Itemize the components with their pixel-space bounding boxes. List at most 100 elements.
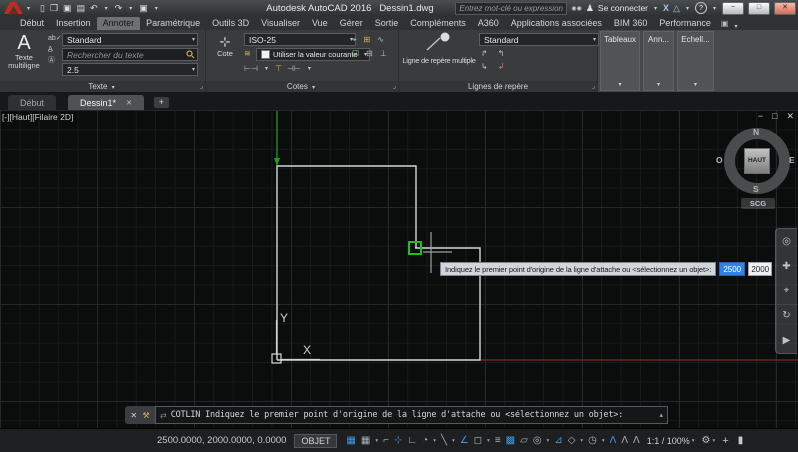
- magnifier-icon[interactable]: [186, 50, 195, 59]
- coordinates-display[interactable]: 2500.0000, 2000.0000, 0.0000: [157, 435, 286, 446]
- tab-a360[interactable]: A360: [472, 17, 505, 30]
- selection-filter-toggle[interactable]: ◇: [568, 435, 576, 446]
- file-tab-debut[interactable]: Début: [8, 95, 57, 110]
- restore-button[interactable]: □: [748, 1, 770, 15]
- plot-icon[interactable]: ▤: [77, 3, 86, 14]
- annotation-scale-button[interactable]: 1:1 / 100%: [647, 436, 690, 446]
- tab-outils-3d[interactable]: Outils 3D: [206, 17, 255, 30]
- undo-icon[interactable]: ↶: [90, 3, 98, 14]
- text-height-select[interactable]: 2.5 ▾: [62, 63, 198, 76]
- viewcube-west[interactable]: O: [716, 155, 723, 165]
- find-text-input[interactable]: Rechercher du texte: [62, 48, 198, 61]
- open-file-icon[interactable]: ❒: [50, 3, 58, 14]
- threed-osnap-caret-icon[interactable]: ▾: [547, 438, 550, 444]
- minimize-button[interactable]: −: [722, 1, 744, 15]
- tab-vue[interactable]: Vue: [306, 17, 334, 30]
- gizmo-caret-icon[interactable]: ▾: [602, 438, 605, 444]
- zoom-icon[interactable]: ⌖: [784, 285, 790, 296]
- dim-space-caret-icon[interactable]: ▾: [308, 65, 311, 72]
- status-customize-plus-icon[interactable]: +: [722, 435, 728, 447]
- find-text-icon[interactable]: A̲: [48, 45, 62, 54]
- spell-check-icon[interactable]: ab✓: [48, 34, 62, 43]
- viewport-close-icon[interactable]: ✕: [786, 111, 794, 122]
- close-button[interactable]: ✕: [774, 1, 796, 15]
- file-tab-close-icon[interactable]: ✕: [126, 99, 132, 107]
- osnap-tracking-toggle[interactable]: ∠: [460, 435, 469, 446]
- dynamic-ucs-toggle[interactable]: ⊿: [554, 435, 562, 446]
- annotation-autoscale-toggle[interactable]: Λ: [621, 435, 628, 446]
- tab-visualiser[interactable]: Visualiser: [255, 17, 306, 30]
- viewcube-top-face[interactable]: HAUT: [744, 148, 770, 174]
- drawing-canvas[interactable]: Y X [-][Haut][Filaire 2D] − □ ✕ N S O E …: [0, 110, 798, 428]
- panel-cotes-footer[interactable]: Cotes ▾ ⌟: [206, 81, 398, 92]
- tooltip-x-input[interactable]: 2500: [719, 262, 746, 276]
- exchange-apps-icon[interactable]: X: [663, 3, 669, 13]
- file-tab-dessin1[interactable]: Dessin1* ✕: [68, 95, 144, 110]
- panel-reperes-launcher-icon[interactable]: ⌟: [592, 81, 595, 92]
- autocad-logo-icon[interactable]: [3, 1, 25, 15]
- tab-gerer[interactable]: Gérer: [334, 17, 369, 30]
- help-icon[interactable]: ?: [694, 2, 707, 14]
- dim-update-icon[interactable]: ☑: [352, 49, 359, 58]
- tab-performance[interactable]: Performance: [653, 17, 717, 30]
- binoculars-search-icon[interactable]: ◉◉: [571, 5, 581, 12]
- redo-icon[interactable]: ↷: [115, 3, 123, 14]
- mleader-align-icon[interactable]: ↳: [481, 62, 488, 71]
- tooltip-y-input[interactable]: 2000: [748, 262, 773, 276]
- new-file-icon[interactable]: ▯: [40, 3, 45, 14]
- steering-wheel-icon[interactable]: ◎: [782, 236, 791, 247]
- cote-button[interactable]: ⊹ Cote: [209, 34, 241, 58]
- viewport-restore-icon[interactable]: □: [772, 111, 777, 122]
- osnap-caret-icon[interactable]: ▾: [487, 438, 490, 444]
- viewport-label[interactable]: [-][Haut][Filaire 2D]: [2, 112, 73, 122]
- command-close-icon[interactable]: ✕: [130, 411, 137, 420]
- panel-cotes-launcher-icon[interactable]: ⌟: [393, 81, 396, 92]
- help-search-input[interactable]: Entrez mot-clé ou expression: [455, 1, 568, 15]
- transparency-toggle[interactable]: ▩: [506, 435, 515, 446]
- mleader-remove-icon[interactable]: ↰: [498, 49, 505, 58]
- model-space-button[interactable]: OBJET: [294, 433, 338, 448]
- ribbon-options-icon[interactable]: ▣: [717, 18, 733, 30]
- isolate-objects-icon[interactable]: ▮: [738, 435, 744, 446]
- command-input[interactable]: ⇄ COTLIN Indiquez le premier point d'ori…: [155, 406, 668, 424]
- isometric-drafting-toggle[interactable]: ╲: [441, 435, 447, 446]
- panel-texte-footer[interactable]: Texte ▾ ⌟: [0, 81, 205, 92]
- ucs-dropdown[interactable]: SCG: [741, 198, 775, 209]
- lineweight-toggle[interactable]: ≡: [495, 435, 501, 446]
- logo-caret-icon[interactable]: ▾: [27, 5, 30, 12]
- viewport-minimize-icon[interactable]: −: [758, 111, 763, 122]
- viewcube-east[interactable]: E: [789, 155, 795, 165]
- annotation-scale-toggle[interactable]: Λ: [633, 435, 640, 446]
- grid-display-toggle[interactable]: ▦: [361, 435, 370, 446]
- tab-debut[interactable]: Début: [14, 17, 50, 30]
- showmotion-icon[interactable]: ▶: [783, 335, 791, 346]
- signin-button[interactable]: Se connecter: [598, 3, 648, 13]
- infer-constraints-toggle[interactable]: ⌐: [383, 435, 389, 446]
- qat-customize-caret-icon[interactable]: ▾: [155, 5, 158, 12]
- multileader-button[interactable]: Ligne de repère multiple: [401, 32, 477, 65]
- tab-applications-associees[interactable]: Applications associées: [505, 17, 608, 30]
- text-style-icon[interactable]: Ⓐ: [48, 56, 62, 65]
- app-store-icon[interactable]: △: [673, 3, 680, 14]
- filter-caret-icon[interactable]: ▾: [580, 438, 583, 444]
- tab-parametrique[interactable]: Paramétrique: [140, 17, 206, 30]
- dim-layer-icon[interactable]: ≋: [244, 49, 251, 58]
- tab-bim-360[interactable]: BIM 360: [608, 17, 654, 30]
- signin-caret-icon[interactable]: ▾: [654, 5, 657, 12]
- tab-sortie[interactable]: Sortie: [369, 17, 405, 30]
- dim-override-icon[interactable]: ⊟: [366, 49, 373, 58]
- dim-oblique-icon[interactable]: ⌖: [352, 35, 357, 45]
- scale-caret-icon[interactable]: ▾: [692, 438, 695, 444]
- snap-mode-toggle[interactable]: ▦: [346, 435, 355, 446]
- polar-tracking-toggle[interactable]: ◔: [422, 435, 428, 446]
- save-web-icon[interactable]: ▣: [139, 3, 148, 14]
- grid-caret-icon[interactable]: ▾: [375, 438, 378, 444]
- panel-annotation[interactable]: Ann... ▾: [643, 31, 674, 91]
- dim-reassociate-icon[interactable]: ⊥: [380, 49, 387, 58]
- annotation-visibility-toggle[interactable]: Λ: [610, 435, 617, 446]
- object-snap-toggle[interactable]: ◻: [474, 435, 482, 446]
- viewcube-south[interactable]: S: [753, 184, 759, 194]
- polar-caret-icon[interactable]: ▾: [433, 438, 436, 444]
- customization-gear-icon[interactable]: ⚙: [702, 435, 711, 446]
- ribbon-options-caret-icon[interactable]: ▾: [734, 23, 737, 30]
